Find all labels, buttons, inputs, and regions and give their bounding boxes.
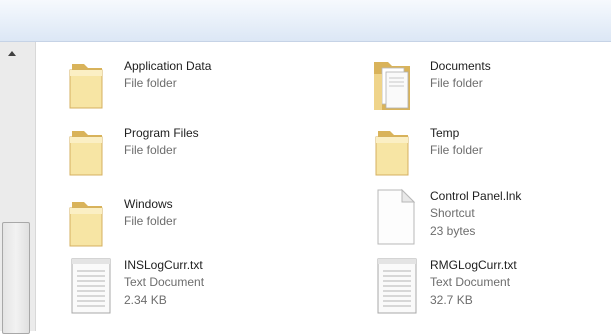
file-item-control-panel-lnk[interactable]: Control Panel.lnk Shortcut 23 bytes — [372, 184, 611, 248]
folder-icon — [69, 64, 103, 109]
folder-icon — [69, 131, 103, 176]
file-item-documents[interactable]: Documents File folder — [372, 54, 611, 118]
item-name: Application Data — [124, 59, 212, 73]
up-arrow-icon — [7, 50, 16, 56]
file-item-inslogcurr-txt[interactable]: INSLogCurr.txt Text Document 2.34 KB — [66, 253, 326, 317]
item-type: File folder — [124, 214, 177, 228]
item-type: File folder — [124, 143, 177, 157]
item-name: Temp — [430, 126, 460, 140]
text-document-icon — [71, 258, 111, 314]
blank-file-icon — [377, 188, 416, 245]
documents-folder-icon — [374, 62, 410, 110]
file-item-application-data[interactable]: Application Data File folder — [66, 54, 326, 118]
item-name: RMGLogCurr.txt — [430, 258, 517, 272]
folder-icon — [375, 131, 409, 176]
item-size: 2.34 KB — [124, 293, 167, 307]
scroll-thumb[interactable] — [2, 222, 30, 334]
toolbar-area — [0, 0, 611, 42]
item-size: 32.7 KB — [430, 293, 473, 307]
file-item-windows[interactable]: Windows File folder — [66, 192, 326, 256]
item-type: File folder — [124, 76, 177, 90]
item-name: Documents — [430, 59, 491, 73]
item-type: File folder — [430, 143, 483, 157]
item-name: Program Files — [124, 126, 199, 140]
file-item-program-files[interactable]: Program Files File folder — [66, 121, 326, 185]
scroll-up-button[interactable] — [0, 42, 35, 64]
item-type: Shortcut — [430, 206, 475, 220]
item-name: Windows — [124, 197, 173, 211]
item-type: Text Document — [124, 275, 205, 289]
text-document-icon — [377, 258, 417, 314]
item-name: Control Panel.lnk — [430, 189, 522, 203]
item-size: 23 bytes — [430, 224, 476, 238]
item-type: File folder — [430, 76, 483, 90]
vertical-scrollbar[interactable] — [0, 42, 36, 334]
folder-icon — [69, 202, 103, 247]
item-name: INSLogCurr.txt — [124, 258, 203, 272]
file-item-temp[interactable]: Temp File folder — [372, 121, 611, 185]
file-item-rmglogcurr-txt[interactable]: RMGLogCurr.txt Text Document 32.7 KB — [372, 253, 611, 317]
item-type: Text Document — [430, 275, 511, 289]
